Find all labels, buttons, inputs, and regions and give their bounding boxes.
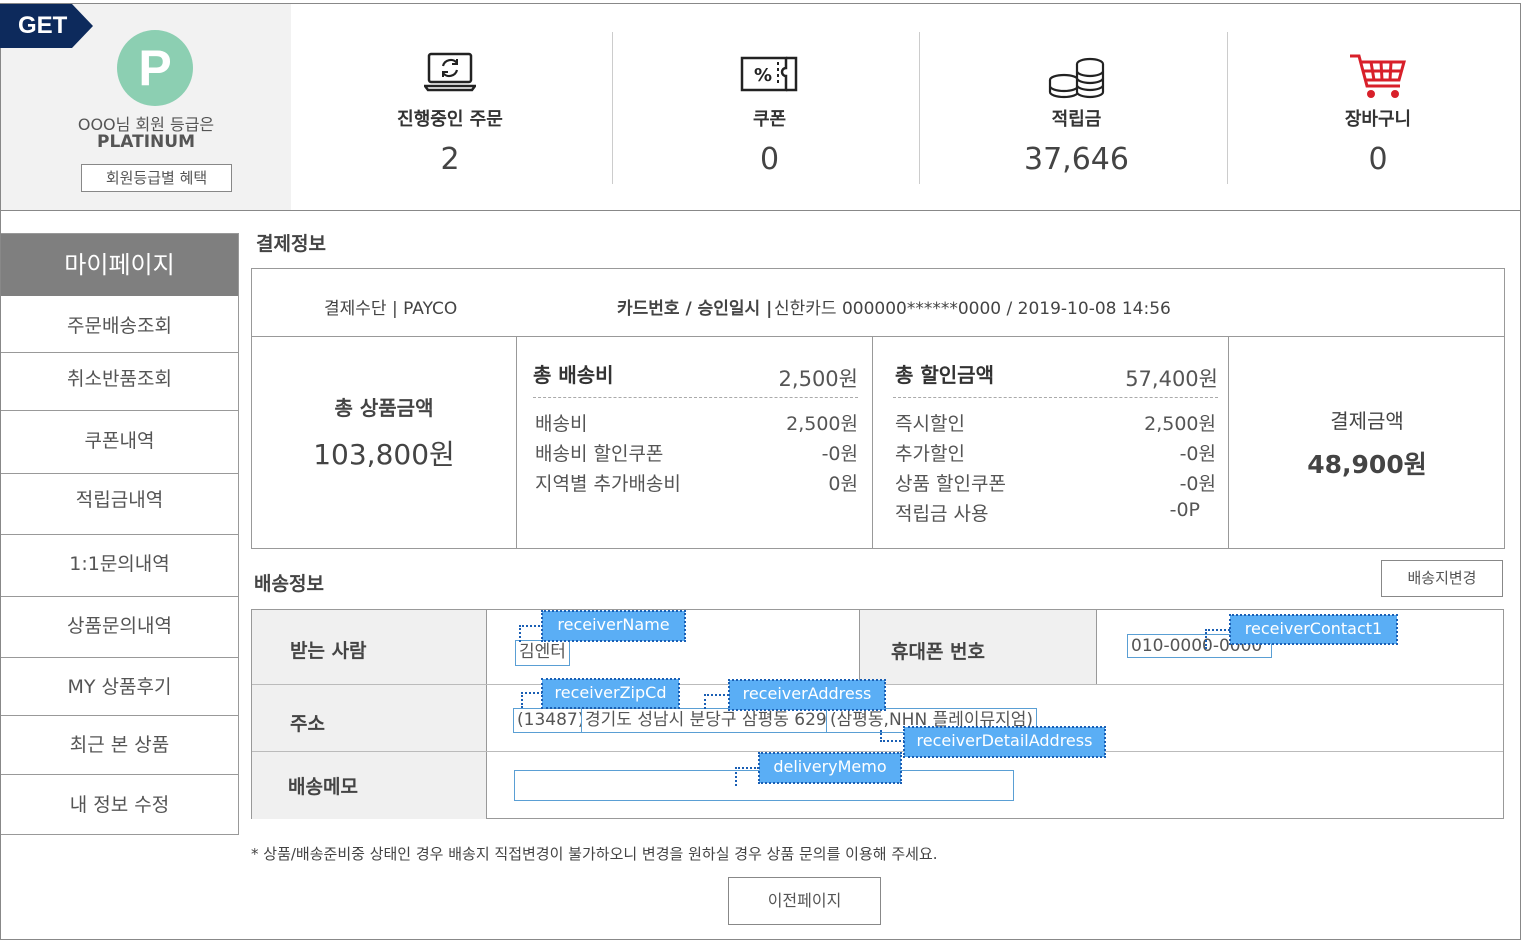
tag-leader xyxy=(880,730,905,742)
zip-code-tag: receiverZipCd xyxy=(541,678,680,709)
address-label: 주소 xyxy=(290,713,325,735)
shipping-title: 총 배송비 xyxy=(533,363,614,387)
discount-row-value: -0원 xyxy=(1179,443,1216,465)
stat-label: 적립금 xyxy=(1051,109,1102,130)
address-label-cell: 주소 xyxy=(252,685,487,751)
sidebar-item-product-qna[interactable]: 상품문의내역 xyxy=(1,597,238,658)
divider xyxy=(1227,32,1228,184)
shipping-row-value: 0원 xyxy=(828,473,858,495)
dashed-divider xyxy=(893,397,1218,398)
tag-leader xyxy=(521,692,543,708)
final-amount-col: 결제금액 48,900원 xyxy=(1229,337,1505,549)
stat-value: 0 xyxy=(759,142,780,177)
stat-label: 진행중인 주문 xyxy=(397,109,503,130)
discount-row-label: 적립금 사용 xyxy=(895,503,989,525)
product-total-col: 총 상품금액 103,800원 xyxy=(252,337,517,549)
discount-col: 총 할인금액 57,400원 즉시할인 2,500원 추가할인 -0원 상품 할… xyxy=(873,337,1229,549)
change-address-button[interactable]: 배송지변경 xyxy=(1381,560,1503,597)
payment-box: 결제수단 | PAYCO 카드번호 / 승인일시 | 신한카드 000000**… xyxy=(251,268,1505,549)
card-value: 신한카드 000000******0000 / 2019-10-08 14:56 xyxy=(774,299,1171,319)
summary-bar: P OOO님 회원 등급은 PLATINUM 회원등급별 혜택 GET 진행중인… xyxy=(0,4,1523,211)
grade-name: PLATINUM xyxy=(97,132,195,152)
receiver-label: 받는 사람 xyxy=(290,640,367,662)
stat-value: 37,646 xyxy=(1024,142,1129,177)
discount-total: 57,400원 xyxy=(1125,367,1218,391)
sidebar-item-inquiries[interactable]: 1:1문의내역 xyxy=(1,535,238,597)
discount-row-label: 추가할인 xyxy=(895,443,965,465)
stat-orders[interactable]: 진행중인 주문 2 xyxy=(297,4,603,210)
payco-logo: P xyxy=(117,30,193,106)
cart-icon xyxy=(1348,52,1408,106)
sidebar-item-recent-products[interactable]: 최근 본 상품 xyxy=(1,716,238,775)
sidebar-item-order-delivery[interactable]: 주문배송조회 xyxy=(1,296,238,353)
tag-leader xyxy=(519,625,543,642)
memo-label: 배송메모 xyxy=(288,776,358,798)
shipping-fee-col: 총 배송비 2,500원 배송비 2,500원 배송비 할인쿠폰 -0원 지역별… xyxy=(517,337,873,549)
payment-header: 결제수단 | PAYCO 카드번호 / 승인일시 | 신한카드 000000**… xyxy=(252,269,1504,337)
final-amount-label: 결제금액 xyxy=(1330,409,1404,433)
sidebar-title: 마이페이지 xyxy=(1,234,238,296)
tag-leader xyxy=(735,767,759,786)
memo-label-cell: 배송메모 xyxy=(252,752,487,819)
discount-row-value: -0P xyxy=(1169,499,1200,521)
shipping-row-label: 지역별 추가배송비 xyxy=(535,473,681,495)
discount-row-value: -0원 xyxy=(1179,473,1216,495)
shipping-row-value: 2,500원 xyxy=(786,413,858,435)
card-label: 카드번호 / 승인일시 | xyxy=(617,299,773,319)
sidebar: 마이페이지 주문배송조회 취소반품조회 쿠폰내역 적립금내역 1:1문의내역 상… xyxy=(1,233,239,835)
stat-cart[interactable]: 장바구니 0 xyxy=(1233,4,1523,210)
receiver-label-cell: 받는 사람 xyxy=(252,610,487,684)
discount-row-label: 즉시할인 xyxy=(895,413,965,435)
divider xyxy=(919,32,920,184)
sidebar-item-reviews[interactable]: MY 상품후기 xyxy=(1,658,238,716)
discount-row-label: 상품 할인쿠폰 xyxy=(895,473,1006,495)
discount-row-value: 2,500원 xyxy=(1144,413,1216,435)
svg-text:%: % xyxy=(754,65,772,86)
delivery-memo-tag: deliveryMemo xyxy=(758,752,902,784)
stat-label: 장바구니 xyxy=(1344,109,1412,130)
phone-label: 휴대폰 번호 xyxy=(891,641,986,663)
laptop-refresh-icon xyxy=(422,52,478,96)
delivery-section-title: 배송정보 xyxy=(254,573,324,595)
discount-title: 총 할인금액 xyxy=(895,363,994,387)
coins-icon xyxy=(1048,56,1106,104)
tag-leader xyxy=(1205,629,1230,649)
coupon-icon: % xyxy=(740,56,800,96)
payment-section-title: 결제정보 xyxy=(256,233,326,255)
final-amount-value: 48,900원 xyxy=(1307,450,1427,479)
shipping-row-value: -0원 xyxy=(821,443,858,465)
tag-leader xyxy=(704,694,729,709)
stat-points[interactable]: 적립금 37,646 xyxy=(925,4,1228,210)
zip-code-field[interactable]: (13487) xyxy=(513,708,589,733)
dashed-divider xyxy=(533,397,858,398)
address-tag: receiverAddress xyxy=(728,679,886,711)
receiver-name-field[interactable]: 김엔터 xyxy=(515,640,570,666)
stat-value: 2 xyxy=(440,142,460,177)
address-field[interactable]: 경기도 성남시 분당구 삼평동 629 xyxy=(581,708,831,733)
sidebar-item-points[interactable]: 적립금내역 xyxy=(1,474,238,535)
shipping-row-label: 배송비 할인쿠폰 xyxy=(535,443,664,465)
stat-label: 쿠폰 xyxy=(752,109,787,130)
grade-benefit-button[interactable]: 회원등급별 혜택 xyxy=(81,164,232,192)
phone-label-cell: 휴대폰 번호 xyxy=(859,609,1097,685)
previous-page-button[interactable]: 이전페이지 xyxy=(728,877,881,925)
stat-coupons[interactable]: % 쿠폰 0 xyxy=(618,4,921,210)
receiver-contact-tag: receiverContact1 xyxy=(1229,614,1398,645)
sidebar-item-edit-profile[interactable]: 내 정보 수정 xyxy=(1,775,238,835)
shipping-row-label: 배송비 xyxy=(535,413,588,435)
sidebar-item-coupons[interactable]: 쿠폰내역 xyxy=(1,411,238,474)
product-total-value: 103,800원 xyxy=(313,438,455,471)
divider xyxy=(612,32,613,184)
payment-method: 결제수단 | PAYCO xyxy=(324,299,458,319)
delivery-notice: * 상품/배송준비중 상태인 경우 배송지 직접변경이 불가하오니 변경을 원하… xyxy=(251,845,938,863)
receiver-name-tag: receiverName xyxy=(541,610,686,642)
shipping-total: 2,500원 xyxy=(778,367,858,391)
stat-value: 0 xyxy=(1368,142,1388,177)
sidebar-item-cancel-return[interactable]: 취소반품조회 xyxy=(1,353,238,411)
product-total-label: 총 상품금액 xyxy=(334,396,434,420)
detail-address-tag: receiverDetailAddress xyxy=(903,726,1106,758)
